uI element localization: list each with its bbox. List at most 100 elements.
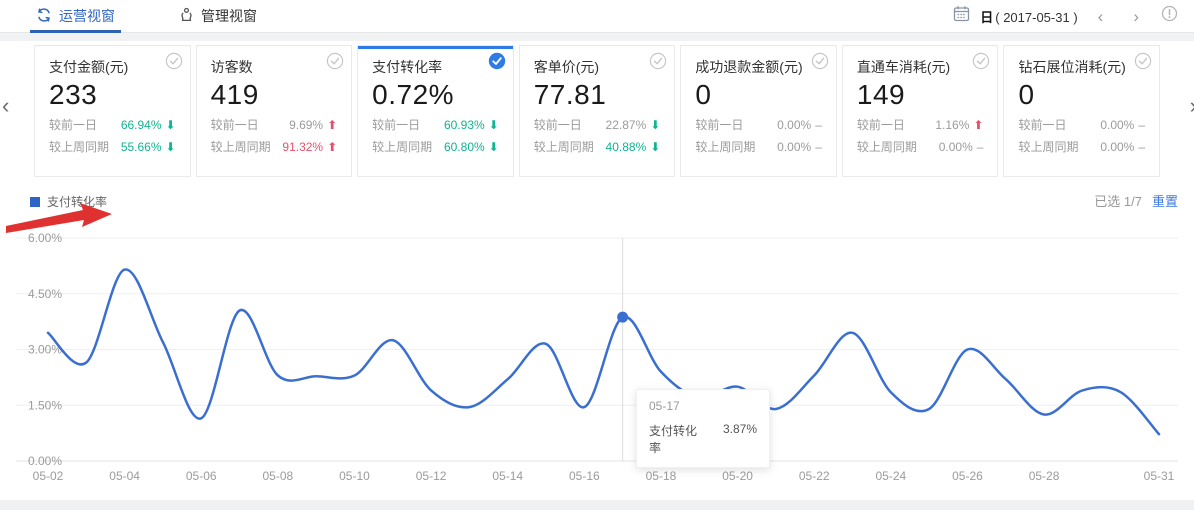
compare-value: 0.00% xyxy=(777,118,811,132)
compare-label: 较前一日 xyxy=(1018,116,1066,133)
metric-card-1[interactable]: 访客数419 较前一日9.69%⬆ 较上周同期 91.32% ⬆ xyxy=(196,45,353,177)
card-compare-row: 较上周同期 91.32% ⬆ xyxy=(211,138,338,155)
tab-management-view[interactable]: 管理视窗 xyxy=(173,0,263,32)
metric-card-6[interactable]: 钻石展位消耗(元)0 较前一日 0.00%– 较上周同期0.00%– xyxy=(1003,45,1160,177)
card-compare-row: 较前一日0.00%– xyxy=(695,116,822,133)
cards-scroll-left-chevron-icon[interactable]: ‹ xyxy=(2,93,9,119)
reset-link[interactable]: 重置 xyxy=(1152,194,1178,209)
card-checkbox-icon[interactable] xyxy=(326,52,344,70)
tab-operation-view[interactable]: 运营视窗 xyxy=(30,0,121,32)
metric-card-3[interactable]: 客单价(元)77.81较前一日22.87%⬇较上周同期40.88%⬇ xyxy=(519,45,676,177)
tooltip-value: 3.87% xyxy=(723,422,757,456)
compare-value: 0.00% xyxy=(1100,118,1134,132)
trend-down-icon: ⬇ xyxy=(166,119,176,131)
compare-value: 40.88% xyxy=(606,140,647,154)
card-checkbox-icon[interactable] xyxy=(1134,52,1152,70)
chart-tooltip: 05-17 支付转化率 3.87% xyxy=(636,389,770,468)
svg-text:05-22: 05-22 xyxy=(799,469,830,483)
compare-value: 0.00% xyxy=(777,140,811,154)
svg-text:05-12: 05-12 xyxy=(416,469,447,483)
operation-view-icon xyxy=(36,7,52,26)
date-value: ( 2017-05-31 ) xyxy=(995,10,1077,25)
compare-label: 较上周同期 xyxy=(372,138,432,155)
compare-label: 较上周同期 xyxy=(49,138,109,155)
card-checkbox-icon[interactable] xyxy=(811,52,829,70)
management-view-icon xyxy=(179,7,194,26)
card-compare-row: 较上周同期 0.00%– xyxy=(695,138,822,155)
date-mode: 日 xyxy=(980,10,993,25)
card-value: 0.72% xyxy=(372,79,499,111)
compare-value: 91.32% xyxy=(282,140,323,154)
card-value: 0 xyxy=(1018,79,1145,111)
cards-scroll-right-chevron-icon[interactable]: › xyxy=(1190,93,1194,119)
topbar: 运营视窗 管理视窗 日( 2017-05-31 ) ‹ › xyxy=(0,0,1194,33)
trend-flat-icon: – xyxy=(1138,119,1145,131)
card-compare-row: 较上周同期55.66%⬇ xyxy=(49,138,176,155)
compare-label: 较前一日 xyxy=(534,116,582,133)
conversion-trend-chart[interactable]: 0.00%1.50%3.00%4.50%6.00%05-0205-0405-06… xyxy=(0,227,1194,490)
svg-text:6.00%: 6.00% xyxy=(28,231,62,245)
card-compare-row: 较前一日1.16%⬆ xyxy=(857,116,984,133)
compare-value: 60.93% xyxy=(444,118,485,132)
prev-day-chevron-icon[interactable]: ‹ xyxy=(1088,8,1114,25)
compare-label: 较前一日 xyxy=(211,116,259,133)
compare-label: 较前一日 xyxy=(372,116,420,133)
card-compare-row: 较上周同期0.00%– xyxy=(857,138,984,155)
trend-down-icon: ⬇ xyxy=(489,141,499,153)
card-title: 支付转化率 xyxy=(372,57,499,77)
date-selector[interactable]: 日( 2017-05-31 ) xyxy=(980,7,1077,26)
card-title: 直通车消耗(元) xyxy=(857,57,984,77)
next-day-chevron-icon[interactable]: › xyxy=(1123,8,1149,25)
trend-flat-icon: – xyxy=(815,141,822,153)
selected-count: 已选 1/7 xyxy=(1094,194,1142,209)
trend-chart-section: 支付转化率 已选 1/7重置 0.00%1.50%3.00%4.50%6.00%… xyxy=(0,181,1194,500)
trend-up-icon: ⬆ xyxy=(327,141,337,153)
compare-label: 较上周同期 xyxy=(695,138,755,155)
dashboard: 运营视窗 管理视窗 日( 2017-05-31 ) ‹ › ‹ 支付金额(元)2… xyxy=(0,0,1194,510)
tooltip-date: 05-17 xyxy=(649,399,757,413)
metric-card-4[interactable]: 成功退款金额(元)0 较前一日0.00%– 较上周同期 0.00%– xyxy=(680,45,837,177)
card-value: 77.81 xyxy=(534,79,661,111)
chart-selection-meta: 已选 1/7 重置 xyxy=(1094,191,1178,210)
card-title: 成功退款金额(元) xyxy=(695,57,822,77)
card-compare-row: 较上周同期 60.80% ⬇ xyxy=(372,138,499,155)
card-value: 149 xyxy=(857,79,984,111)
svg-text:05-31: 05-31 xyxy=(1144,469,1175,483)
card-checkbox-checked-icon[interactable] xyxy=(488,52,506,70)
card-compare-row: 较上周同期0.00%– xyxy=(1018,138,1145,155)
card-value: 233 xyxy=(49,79,176,111)
svg-text:05-26: 05-26 xyxy=(952,469,983,483)
svg-text:05-10: 05-10 xyxy=(339,469,370,483)
card-title: 钻石展位消耗(元) xyxy=(1018,57,1145,77)
trend-down-icon: ⬇ xyxy=(650,141,660,153)
compare-label: 较上周同期 xyxy=(857,138,917,155)
svg-text:05-28: 05-28 xyxy=(1029,469,1060,483)
card-title: 支付金额(元) xyxy=(49,57,176,77)
card-value: 0 xyxy=(695,79,822,111)
card-title: 客单价(元) xyxy=(534,57,661,77)
card-compare-row: 较前一日9.69%⬆ xyxy=(211,116,338,133)
card-checkbox-icon[interactable] xyxy=(165,52,183,70)
info-icon[interactable] xyxy=(1161,5,1178,27)
svg-text:05-04: 05-04 xyxy=(109,469,140,483)
calendar-icon[interactable] xyxy=(953,5,970,27)
svg-text:0.00%: 0.00% xyxy=(28,454,62,468)
card-title: 访客数 xyxy=(211,57,338,77)
metric-card-2[interactable]: 支付转化率0.72% 较前一日 60.93% ⬇较上周同期 60.80% ⬇ xyxy=(357,45,514,177)
compare-value: 60.80% xyxy=(444,140,485,154)
compare-value: 22.87% xyxy=(606,118,647,132)
card-value: 419 xyxy=(211,79,338,111)
trend-flat-icon: – xyxy=(815,119,822,131)
svg-text:05-18: 05-18 xyxy=(646,469,677,483)
compare-label: 较上周同期 xyxy=(211,138,271,155)
tooltip-series-label: 支付转化率 xyxy=(649,422,705,456)
card-compare-row: 较前一日66.94%⬇ xyxy=(49,116,176,133)
svg-text:05-02: 05-02 xyxy=(33,469,64,483)
card-checkbox-icon[interactable] xyxy=(649,52,667,70)
metric-card-0[interactable]: 支付金额(元)233 较前一日66.94%⬇ 较上周同期55.66%⬇ xyxy=(34,45,191,177)
metric-card-5[interactable]: 直通车消耗(元)149较前一日1.16%⬆较上周同期0.00%– xyxy=(842,45,999,177)
compare-label: 较前一日 xyxy=(49,116,97,133)
compare-value: 0.00% xyxy=(939,140,973,154)
svg-text:05-08: 05-08 xyxy=(263,469,294,483)
card-checkbox-icon[interactable] xyxy=(972,52,990,70)
